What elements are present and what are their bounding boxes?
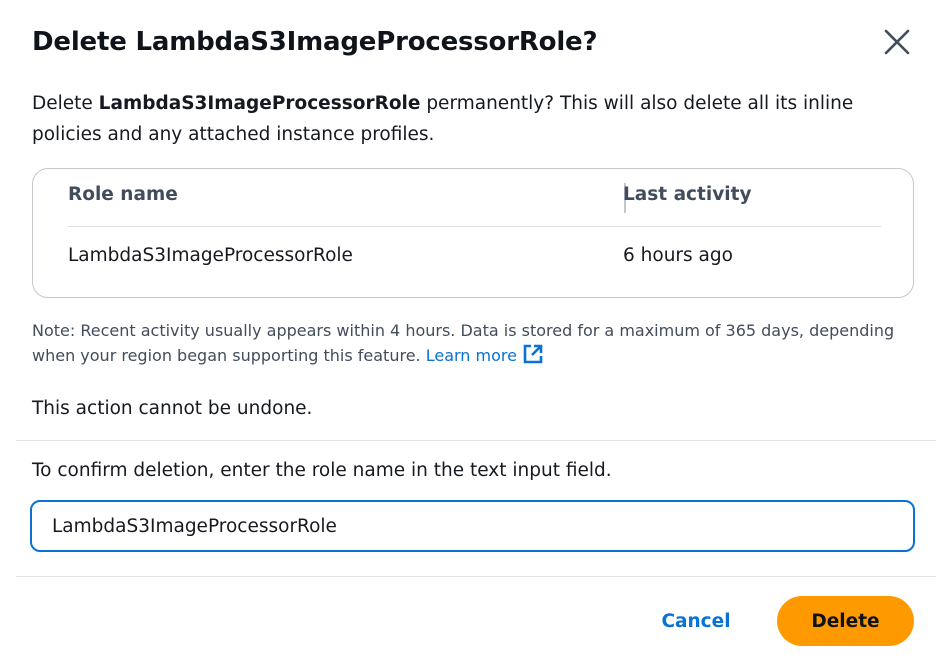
role-table: Role name Last activity LambdaS3ImagePro… — [32, 168, 914, 298]
intro-role-name: LambdaS3ImageProcessorRole — [98, 93, 421, 114]
cell-last-activity: 6 hours ago — [623, 245, 733, 266]
delete-description: Delete LambdaS3ImageProcessorRole perman… — [32, 88, 896, 150]
modal-title: Delete LambdaS3ImageProcessorRole? — [32, 27, 598, 57]
close-button[interactable] — [879, 24, 915, 60]
learn-more-link[interactable]: Learn more — [425, 344, 543, 365]
delete-role-modal: Delete LambdaS3ImageProcessorRole? Delet… — [0, 0, 936, 662]
section-divider — [16, 440, 936, 441]
external-link-icon — [523, 344, 543, 364]
close-icon — [884, 29, 910, 55]
irreversible-warning: This action cannot be undone. — [32, 398, 313, 419]
cancel-button[interactable]: Cancel — [648, 596, 744, 646]
confirm-role-name-input[interactable] — [30, 500, 915, 552]
activity-note: Note: Recent activity usually appears wi… — [32, 318, 896, 368]
intro-prefix: Delete — [32, 93, 99, 114]
delete-button[interactable]: Delete — [777, 596, 914, 646]
table-header: Role name Last activity — [68, 169, 881, 227]
modal-header: Delete LambdaS3ImageProcessorRole? — [32, 20, 912, 64]
column-header-last-activity: Last activity — [623, 184, 752, 205]
footer-divider — [16, 576, 936, 577]
cell-role-name: LambdaS3ImageProcessorRole — [68, 245, 353, 266]
column-header-role-name: Role name — [68, 184, 178, 205]
learn-more-label: Learn more — [425, 346, 517, 365]
confirm-label: To confirm deletion, enter the role name… — [32, 460, 612, 481]
